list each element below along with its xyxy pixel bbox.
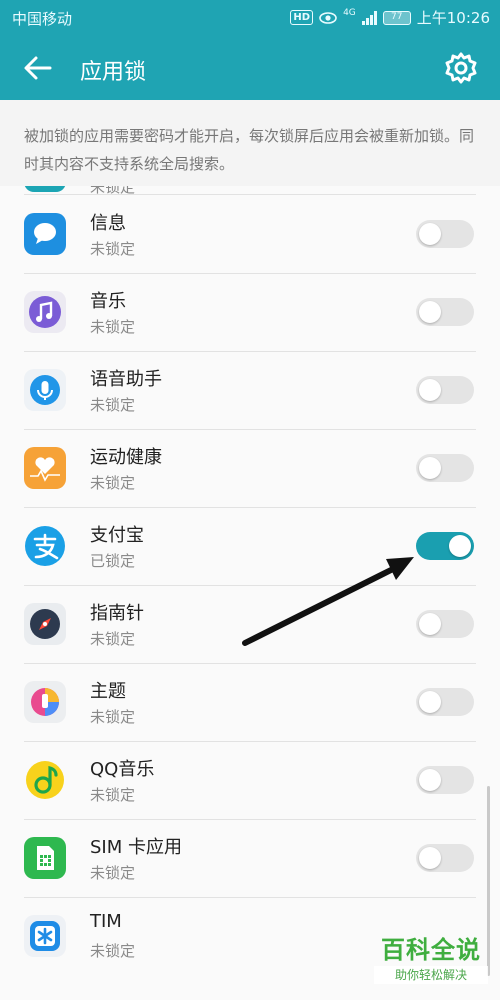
- watermark-subtitle: 助你轻松解决: [374, 966, 488, 984]
- lock-toggle[interactable]: [416, 220, 474, 248]
- app-name: 支付宝: [90, 525, 144, 546]
- app-name: 指南针: [90, 603, 144, 624]
- app-name: 语音助手: [90, 369, 162, 390]
- qq-music-icon: [24, 759, 66, 801]
- lock-toggle[interactable]: [416, 376, 474, 404]
- watermark-logo: 百科全说 助你轻松解决: [374, 934, 488, 992]
- lock-status: 未锁定: [90, 318, 136, 336]
- tim-icon: [24, 915, 66, 957]
- health-icon: [24, 447, 66, 489]
- lock-toggle[interactable]: [416, 610, 474, 638]
- lock-toggle[interactable]: [416, 532, 474, 560]
- list-item-messages[interactable]: 信息 未锁定: [0, 195, 500, 273]
- app-name: TIM: [90, 911, 122, 932]
- clock: 上午10:26: [416, 9, 490, 27]
- list-item-qq-music[interactable]: QQ音乐 未锁定: [0, 741, 500, 819]
- lock-toggle[interactable]: [416, 454, 474, 482]
- list-item-voice-assistant[interactable]: 语音助手 未锁定: [0, 351, 500, 429]
- hd-icon: HD: [290, 10, 314, 25]
- app-name: 信息: [90, 213, 126, 234]
- carrier-name: 中国移动: [12, 10, 73, 28]
- lock-status: 未锁定: [90, 396, 136, 414]
- network-type: 4G: [343, 8, 356, 18]
- sim-card-icon: [24, 837, 66, 879]
- compass-icon: [24, 603, 66, 645]
- themes-icon: [24, 681, 66, 723]
- gear-icon[interactable]: [444, 51, 478, 85]
- list-item-alipay[interactable]: 支付宝 已锁定: [0, 507, 500, 585]
- list-item-health[interactable]: 运动健康 未锁定: [0, 429, 500, 507]
- lock-status: 未锁定: [90, 864, 136, 882]
- lock-toggle[interactable]: [416, 688, 474, 716]
- status-bar: 中国移动 HD 4G 77 上午10:26: [0, 0, 500, 34]
- lock-toggle[interactable]: [416, 766, 474, 794]
- lock-toggle[interactable]: [416, 298, 474, 326]
- list-item-themes[interactable]: 主题 未锁定: [0, 663, 500, 741]
- signal-icon: [361, 10, 377, 25]
- app-name: 主题: [90, 681, 126, 702]
- eye-icon: [319, 11, 337, 24]
- back-arrow-icon[interactable]: [20, 50, 56, 86]
- lock-status: 未锁定: [90, 942, 136, 960]
- app-bar: 应用锁: [0, 34, 500, 100]
- lock-status: 未锁定: [90, 240, 136, 258]
- partial-status: 未锁定: [90, 186, 135, 194]
- list-item-sim-card[interactable]: SIM 卡应用 未锁定: [0, 819, 500, 897]
- battery-icon: 77: [382, 10, 411, 25]
- list-item-partial: 未锁定: [0, 186, 500, 194]
- alipay-icon: [24, 525, 66, 567]
- lock-status: 未锁定: [90, 708, 136, 726]
- description-text: 被加锁的应用需要密码才能开启，每次锁屏后应用会被重新加锁。同时其内容不支持系统全…: [0, 100, 500, 186]
- page-title: 应用锁: [80, 60, 147, 85]
- app-name: SIM 卡应用: [90, 837, 182, 858]
- status-icons: HD 4G 77 上午10:26: [290, 7, 490, 28]
- partial-app-icon: [24, 186, 66, 192]
- list-item-compass[interactable]: 指南针 未锁定: [0, 585, 500, 663]
- lock-status: 已锁定: [90, 552, 136, 570]
- lock-toggle[interactable]: [416, 844, 474, 872]
- app-list[interactable]: 未锁定 信息 未锁定 音乐 未锁定 语音助手 未锁定 运动健康 未: [0, 186, 500, 1000]
- lock-status: 未锁定: [90, 786, 136, 804]
- music-icon: [24, 291, 66, 333]
- watermark-title: 百科全说: [381, 936, 481, 964]
- lock-status: 未锁定: [90, 474, 136, 492]
- messages-icon: [24, 213, 66, 255]
- voice-assistant-icon: [24, 369, 66, 411]
- lock-status: 未锁定: [90, 630, 136, 648]
- app-name: QQ音乐: [90, 759, 155, 780]
- app-name: 音乐: [90, 291, 126, 312]
- list-item-music[interactable]: 音乐 未锁定: [0, 273, 500, 351]
- app-name: 运动健康: [90, 447, 162, 468]
